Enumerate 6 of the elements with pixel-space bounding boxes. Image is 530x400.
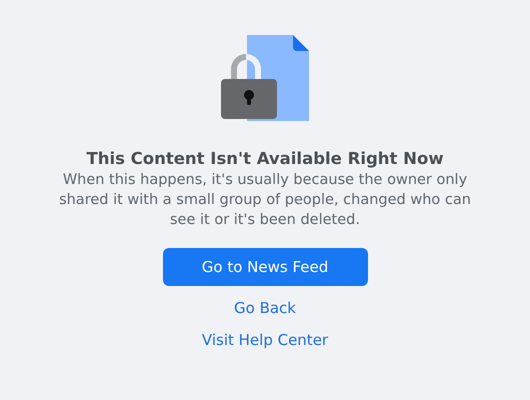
text-link[interactable]: Go Back [234,298,296,318]
explanation-text: When this happens, it's usually because the owner only shared it with a small group of people, changed who can see it or it's been deleted. [58,171,472,230]
news-feed-button[interactable]: Go to News Feed [162,248,368,286]
page-title: This Content Isn't Available Right Now [86,149,444,168]
locked-document-icon [219,33,311,123]
text-link[interactable]: Visit Help Center [202,330,328,350]
